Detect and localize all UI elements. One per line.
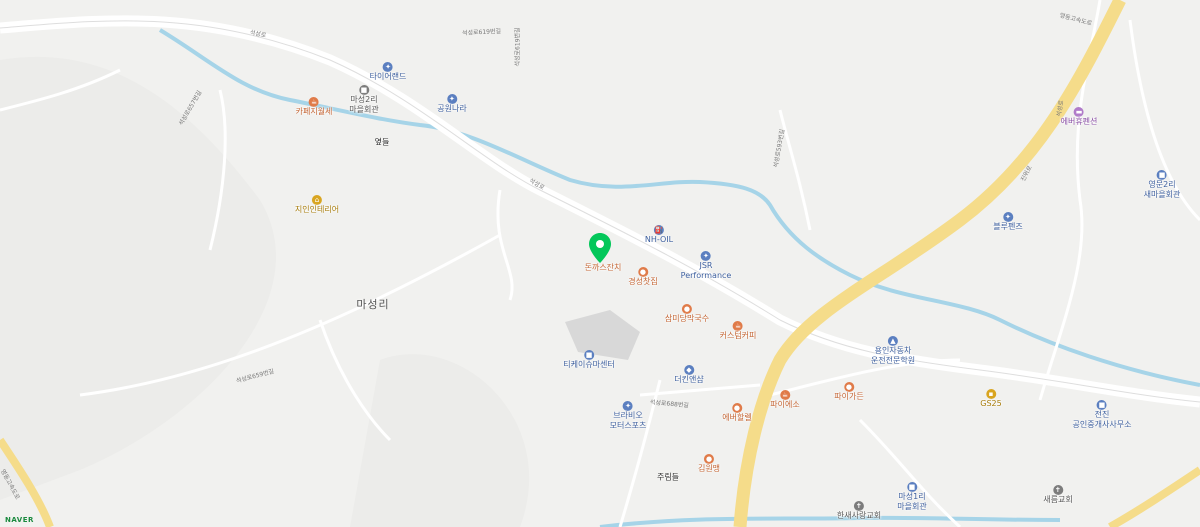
poi-label: 마성2리 마을회관 — [349, 95, 379, 114]
place-label: 옆들 — [374, 137, 390, 147]
food-icon: ● — [704, 454, 714, 464]
poi-evermal[interactable]: ● 에버할렐 — [722, 403, 752, 423]
poi-label: 한새사랑교회 — [836, 511, 882, 520]
poi-jsr[interactable]: ✦ JSR Performance — [680, 251, 732, 281]
poi-label: 카페지월세 — [295, 107, 333, 116]
river — [599, 515, 1061, 527]
road-label: 석성로619번길 — [514, 27, 522, 67]
poi-interior[interactable]: ⌂ 지인인테리어 — [295, 195, 339, 215]
food-icon: ● — [637, 267, 648, 277]
home-icon: ⌂ — [311, 195, 322, 205]
selected-place-label: 돈까스잔치 — [584, 263, 622, 272]
poi-label: 새름교회 — [1043, 495, 1073, 504]
poi-nhoil[interactable]: ⛽ NH-OIL — [645, 225, 673, 245]
highway — [733, 0, 1126, 527]
poi-realestate[interactable]: ■ 전진 공인중개사사무소 — [1072, 400, 1132, 430]
poi-gs25[interactable]: ▪ GS25 — [980, 389, 1002, 409]
poi-pineso[interactable]: ☕ 파이에소 — [770, 390, 800, 410]
poi-hall2[interactable]: ■ 마성2리 마을회관 — [349, 85, 379, 115]
food-icon: ● — [731, 403, 742, 413]
poi-label: 블루펜즈 — [993, 222, 1023, 231]
wrench-icon: ✦ — [700, 251, 711, 261]
office-icon: ■ — [1096, 400, 1107, 410]
poi-label: 파이가든 — [834, 392, 864, 401]
place-label: 주림들 — [656, 472, 680, 482]
poi-tk[interactable]: ■ 티케이슈마센터 — [563, 350, 615, 370]
poi-church2[interactable]: ✝ 한새사랑교회 — [837, 501, 881, 521]
poi-gimbab[interactable]: ● 김원맹 — [698, 454, 720, 474]
poi-label: 영문2리 새마을회관 — [1143, 180, 1181, 199]
naver-logo: NAVER — [5, 516, 34, 524]
poi-label: 마성1리 마을회관 — [897, 492, 927, 511]
poi-label: 공원나라 — [437, 104, 467, 113]
building-icon: ■ — [584, 350, 594, 360]
poi-label: 더킨앤샵 — [674, 375, 704, 384]
poi-blue[interactable]: ✦ 블루펜즈 — [993, 212, 1023, 232]
location-pin-icon[interactable] — [589, 233, 611, 263]
fuel-icon: ⛽ — [653, 225, 664, 235]
poi-yeongmun[interactable]: ■ 영문2리 새마을회관 — [1143, 170, 1181, 200]
food-icon: ● — [843, 382, 854, 392]
poi-church1[interactable]: ✝ 새름교회 — [1043, 485, 1073, 505]
poi-label: 브라비오 모터스포츠 — [609, 411, 647, 430]
food-icon: ● — [681, 304, 692, 314]
cafe-icon: ☕ — [733, 321, 743, 331]
poi-hall1[interactable]: ■ 마성1리 마을회관 — [897, 482, 927, 512]
poi-noodle[interactable]: ● 삼미당막국수 — [665, 304, 709, 324]
church-icon: ✝ — [853, 501, 864, 511]
terrain-shade — [0, 56, 276, 500]
shop-icon: ◆ — [683, 365, 694, 375]
poi-label: 파이에소 — [770, 400, 800, 409]
poi-label: 커스텀커피 — [719, 331, 757, 340]
poi-label: 김원맹 — [697, 464, 721, 473]
store-icon: ▪ — [986, 389, 996, 399]
poi-brabio[interactable]: ✦ 브라비오 모터스포츠 — [609, 401, 647, 431]
wrench-icon: ✦ — [446, 94, 457, 104]
poi-label: 에버휴펜션 — [1060, 117, 1098, 126]
poi-label: 타이어랜드 — [369, 72, 407, 81]
building-icon: ■ — [358, 85, 369, 95]
poi-label: JSR Performance — [680, 261, 732, 280]
poi-factory[interactable]: ✦ 공원나라 — [437, 94, 467, 114]
cafe-icon: ☕ — [779, 390, 790, 400]
highway — [1108, 466, 1200, 527]
poi-label: 용인자동차 운전전문학원 — [870, 346, 916, 365]
poi-label: GS25 — [980, 399, 1002, 408]
building-icon: ■ — [1157, 170, 1167, 180]
poi-custom[interactable]: ☕ 커스텀커피 — [719, 321, 757, 341]
wrench-icon: ✦ — [623, 401, 633, 411]
poi-label: 에버할렐 — [722, 413, 752, 422]
poi-cafe[interactable]: ☕ 카페지월세 — [295, 97, 333, 117]
poi-theking[interactable]: ◆ 더킨앤샵 — [674, 365, 704, 385]
poi-label: NH-OIL — [644, 235, 674, 244]
poi-label: 티케이슈마센터 — [563, 360, 615, 369]
area-label: 마성리 — [356, 298, 390, 311]
poi-driving[interactable]: ▲ 용인자동차 운전전문학원 — [871, 336, 915, 366]
poi-label: 전진 공인중개사사무소 — [1072, 410, 1132, 429]
poi-tire[interactable]: ✦ 타이어랜드 — [369, 62, 407, 82]
selected-place[interactable]: 돈까스잔치 — [585, 263, 622, 273]
church-icon: ✝ — [1052, 485, 1063, 495]
poi-gyeongsung[interactable]: ● 경성찻집 — [628, 267, 658, 287]
wrench-icon: ✦ — [383, 62, 393, 72]
building-icon: ■ — [906, 482, 917, 492]
bed-icon: ▬ — [1074, 107, 1084, 117]
map-view[interactable]: 석성로 석성로 석성로619번길 석성로619번길 석성로593번길 석성로65… — [0, 0, 1200, 527]
poi-pipigen[interactable]: ● 파이가든 — [834, 382, 864, 402]
terrain-shade — [350, 354, 530, 527]
cafe-icon: ☕ — [309, 97, 319, 107]
poi-everpension[interactable]: ▬ 에버휴펜션 — [1060, 107, 1098, 127]
poi-label: 삼미당막국수 — [664, 314, 710, 323]
wrench-icon: ✦ — [1002, 212, 1013, 222]
poi-label: 경성찻집 — [628, 277, 658, 286]
school-icon: ▲ — [887, 336, 898, 346]
poi-label: 지인인테리어 — [294, 205, 340, 214]
